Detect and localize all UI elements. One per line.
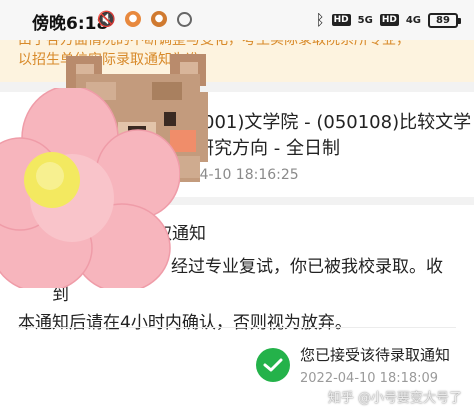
battery-icon: 89 <box>428 12 461 28</box>
app-icon: ● <box>125 11 141 27</box>
check-icon <box>256 348 290 382</box>
status-icons-right: ᛒ HD 5G HD 4G 89 <box>315 11 461 29</box>
flower-sticker <box>0 88 180 288</box>
accepted-text: 您已接受该待录取通知 <box>300 346 451 364</box>
signal-icon: 5G <box>357 14 373 26</box>
mute-icon: 🔇 <box>97 10 116 28</box>
divider <box>18 327 456 328</box>
hd-badge: HD <box>379 14 399 26</box>
accepted-status: 您已接受该待录取通知 2022-04-10 18:18:09 <box>256 345 450 389</box>
bluetooth-icon: ᛒ <box>315 11 325 29</box>
program-title-line-2: 研究方向 - 全日制 <box>196 138 340 159</box>
program-title-line-1: (001)文学院 - (050108)比较文学 <box>196 112 472 133</box>
signal-icon: 4G <box>405 14 421 26</box>
status-bar: 傍晚6:18 🔇 ● ● ᛒ HD 5G HD 4G 89 <box>0 0 474 40</box>
admission-body-line-2: 本通知后请在4小时内确认，否则视为放弃。 <box>18 313 352 333</box>
accepted-timestamp: 2022-04-10 18:18:09 <box>300 371 439 386</box>
ring-icon <box>177 11 192 27</box>
watermark: 知乎 @小号要变大号了 <box>327 391 462 406</box>
hd-badge: HD <box>331 14 351 26</box>
app-icon: ● <box>151 11 167 27</box>
status-icons-left: 🔇 ● ● <box>97 10 192 28</box>
